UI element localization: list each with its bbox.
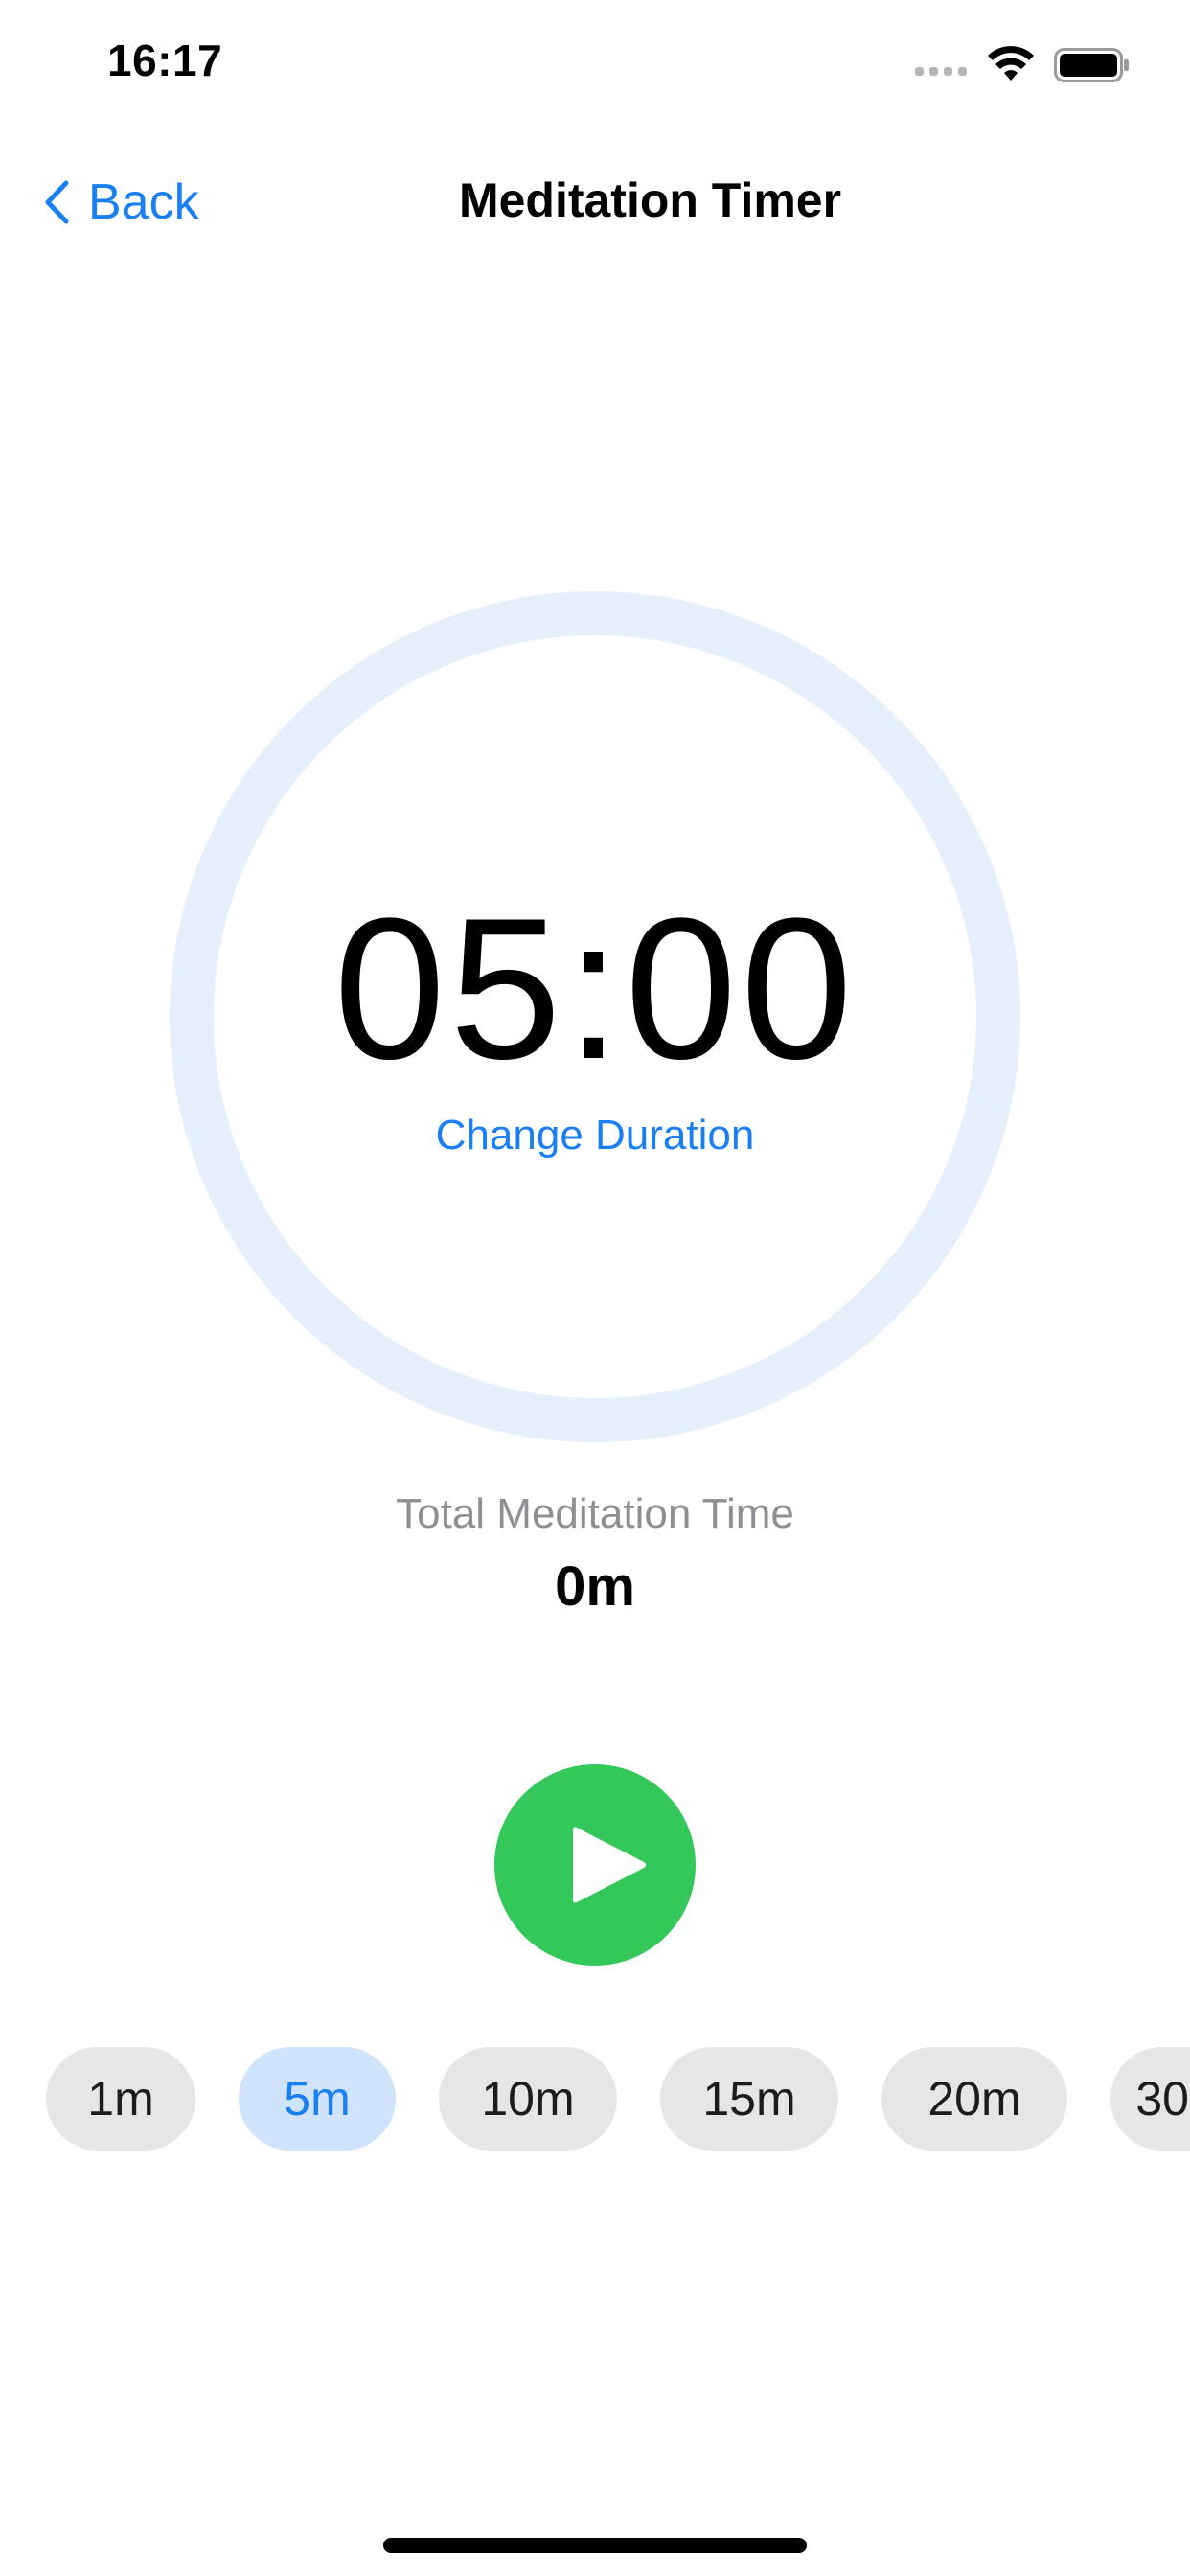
play-button[interactable] [494, 1764, 696, 1966]
change-duration-button[interactable]: Change Duration [436, 1112, 755, 1159]
status-time: 16:17 [107, 35, 223, 85]
total-meditation-time-value: 0m [555, 1555, 635, 1618]
duration-chip-20m[interactable]: 20m [881, 2047, 1067, 2150]
duration-chip-30m[interactable]: 30m [1110, 2047, 1190, 2150]
change-duration-container: Change Duration [0, 1112, 1190, 1160]
duration-chip-5m[interactable]: 5m [239, 2047, 396, 2150]
duration-chip-15m[interactable]: 15m [660, 2047, 838, 2150]
duration-chip-1m[interactable]: 1m [46, 2047, 195, 2150]
play-icon [573, 1827, 646, 1903]
wifi-icon [988, 46, 1034, 80]
duration-chip-10m[interactable]: 10m [439, 2047, 617, 2150]
total-meditation-time-label: Total Meditation Time [396, 1490, 794, 1537]
cellular-signal-icon [915, 67, 967, 76]
meditation-timer-screen: 16:17 Back Meditation Timer 05:00 Change… [0, 0, 1190, 2576]
timer-display: 05:00 [333, 876, 857, 1101]
battery-icon [1054, 48, 1129, 82]
page-title: Meditation Timer [458, 173, 842, 227]
home-indicator [383, 2538, 807, 2553]
